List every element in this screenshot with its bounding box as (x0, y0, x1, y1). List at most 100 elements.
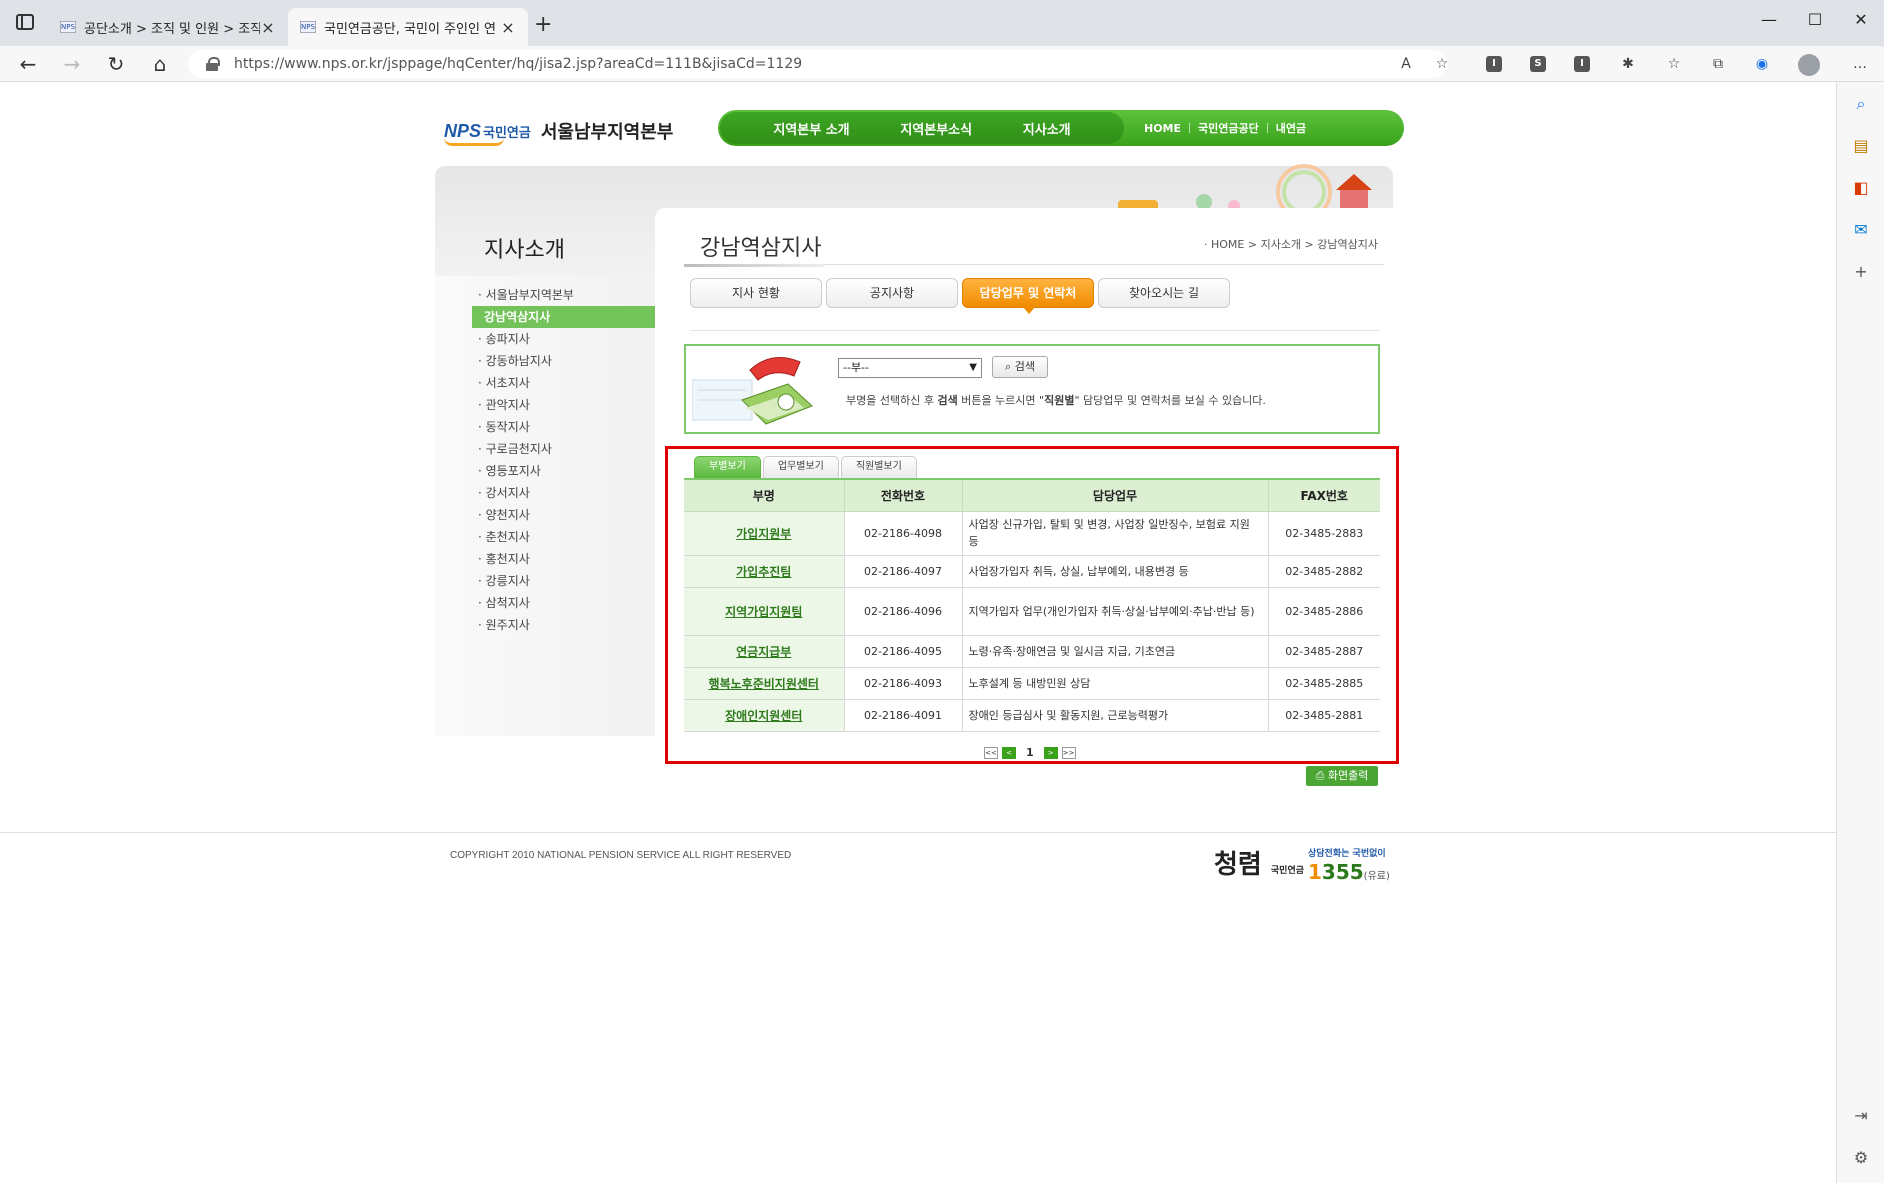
util-home-link[interactable]: HOME (1144, 122, 1181, 135)
desc-bold: 직원별 (1044, 394, 1075, 407)
minimize-icon[interactable]: — (1746, 10, 1792, 29)
favorites-icon[interactable]: ☆ (1664, 54, 1684, 74)
extension-s-icon[interactable]: S (1530, 56, 1546, 72)
collections-icon[interactable]: ⧉ (1708, 54, 1728, 74)
branch-item[interactable]: · 원주지사 (472, 614, 672, 636)
branch-item[interactable]: · 관악지사 (472, 394, 672, 416)
gnb-item[interactable]: 지사소개 (1023, 119, 1071, 138)
tab-notice[interactable]: 공지사항 (826, 278, 958, 308)
search-button[interactable]: ⌕ 검색 (992, 356, 1048, 378)
close-window-icon[interactable]: ✕ (1838, 10, 1884, 29)
extension-icon[interactable]: I (1486, 56, 1502, 72)
branch-item[interactable]: · 강동하남지사 (472, 350, 672, 372)
last-page-button[interactable]: >> (1061, 746, 1076, 759)
branch-item[interactable]: · 삼척지사 (472, 592, 672, 614)
nps-favicon-icon: NPS (60, 21, 76, 33)
add-icon[interactable]: + (1851, 262, 1871, 282)
phone-cell: 02-2186-4091 (843, 699, 962, 732)
shopping-icon[interactable]: ▤ (1851, 136, 1871, 156)
home-icon[interactable]: ⌂ (146, 52, 174, 76)
util-nps-link[interactable]: 국민연금공단 (1198, 120, 1259, 136)
url-field[interactable]: https://www.nps.or.kr/jsppage/hqCenter/h… (188, 50, 1448, 78)
tab-duties-contacts[interactable]: 담당업무 및 연락처 (962, 278, 1094, 314)
call-number-part: 355 (1321, 860, 1364, 884)
forward-icon[interactable]: → (58, 52, 86, 76)
tab-branch-status[interactable]: 지사 현황 (690, 278, 822, 308)
table-row: 장애인지원센터 02-2186-4091 장애인 등급심사 및 활동지원, 근로… (684, 699, 1380, 732)
settings-gear-icon[interactable]: ⚙ (1851, 1148, 1871, 1168)
close-tab-icon[interactable]: × (260, 18, 276, 37)
branch-item[interactable]: · 강서지사 (472, 482, 672, 504)
browser-tab-2[interactable]: NPS 국민연금공단, 국민이 주인인 연 × (288, 8, 528, 46)
extensions-icon[interactable]: ✱ (1618, 54, 1638, 74)
region-name: 서울남부지역본부 (540, 122, 674, 143)
tab-by-staff[interactable]: 직원별보기 (840, 456, 917, 478)
new-tab-icon[interactable]: + (534, 12, 552, 37)
call-center-banner: 청렴 국민연금 상담전화는 국번없이 1355(유료) (1214, 844, 1394, 888)
prev-page-button[interactable]: < (1002, 746, 1016, 759)
printer-icon: ⎙ (1315, 769, 1325, 782)
tab-by-department[interactable]: 부별보기 (694, 456, 761, 478)
call-number-part: 1 (1308, 860, 1322, 884)
dept-link[interactable]: 연금지급부 (736, 645, 791, 659)
view-tabs: 부별보기 업무별보기 직원별보기 (694, 456, 917, 478)
current-page[interactable]: 1 (1026, 746, 1034, 759)
tab-by-duty[interactable]: 업무별보기 (762, 456, 839, 478)
browser-tab-1[interactable]: NPS 공단소개 > 조직 및 인원 > 조직 × (48, 8, 288, 46)
close-tab-icon[interactable]: × (500, 18, 516, 37)
edge-extension-icon[interactable]: ◉ (1752, 54, 1772, 74)
more-menu-icon[interactable]: … (1850, 54, 1870, 74)
outlook-icon[interactable]: ✉ (1851, 220, 1871, 240)
branch-item[interactable]: · 강릉지사 (472, 570, 672, 592)
maximize-icon[interactable]: ☐ (1792, 10, 1838, 29)
dept-link[interactable]: 지역가입지원팀 (725, 605, 802, 619)
extension-icon[interactable]: I (1574, 56, 1590, 72)
profile-avatar[interactable] (1798, 54, 1820, 76)
gnb-item[interactable]: 지역본부소식 (900, 119, 972, 138)
branch-item[interactable]: · 홍천지사 (472, 548, 672, 570)
office-icon[interactable]: ◧ (1851, 178, 1871, 198)
branch-item-selected[interactable]: 강남역삼지사 (472, 306, 672, 328)
dept-link[interactable]: 가입지원부 (736, 527, 791, 541)
call-center-number: 1355(유료) (1308, 860, 1390, 884)
phone-cell: 02-2186-4093 (843, 667, 962, 700)
back-icon[interactable]: ← (14, 52, 42, 76)
refresh-icon[interactable]: ↻ (102, 52, 130, 76)
table-row: 가입지원부 02-2186-4098 사업장 신규가입, 탈퇴 및 변경, 사업… (684, 511, 1380, 556)
branch-item[interactable]: · 동작지사 (472, 416, 672, 438)
tab-directions[interactable]: 찾아오시는 길 (1098, 278, 1230, 308)
col-header-phone: 전화번호 (843, 478, 962, 512)
duty-cell: 노후설계 등 내방민원 상담 (961, 667, 1268, 700)
print-button[interactable]: ⎙ 화면출력 (1306, 766, 1378, 786)
branch-item[interactable]: · 춘천지사 (472, 526, 672, 548)
util-divider (1266, 123, 1268, 133)
gnb-item[interactable]: 지역본부 소개 (773, 119, 849, 138)
search-icon[interactable]: ⌕ (1851, 94, 1871, 114)
branch-item[interactable]: · 구로금천지사 (472, 438, 672, 460)
dept-link[interactable]: 행복노후준비지원센터 (709, 677, 819, 691)
read-aloud-icon[interactable]: A (1396, 54, 1416, 74)
branch-item[interactable]: · 송파지사 (472, 328, 672, 350)
branch-item[interactable]: · 영등포지사 (472, 460, 672, 482)
hide-sidebar-icon[interactable]: ⇥ (1851, 1106, 1871, 1126)
pagination: << < 1 > >> (984, 746, 1076, 759)
tab-actions-icon[interactable] (16, 14, 34, 30)
print-button-label: 화면출력 (1327, 769, 1369, 782)
lock-icon[interactable] (206, 57, 220, 71)
site-logo[interactable]: NPS 국민연금 서울남부지역본부 (444, 118, 674, 146)
page-viewport: NPS 국민연금 서울남부지역본부 지역본부 소개 지역본부소식 지사소개 HO… (0, 82, 1836, 1183)
integrity-logo: 청렴 국민연금 (1214, 844, 1304, 881)
search-icon: ⌕ (1005, 360, 1012, 373)
duty-cell: 사업장가입자 취득, 상실, 납부예외, 내용변경 등 (961, 555, 1268, 588)
branch-item[interactable]: · 서초지사 (472, 372, 672, 394)
dept-link[interactable]: 장애인지원센터 (725, 709, 802, 723)
table-header-row: 부명 전화번호 담당업무 FAX번호 (684, 478, 1380, 512)
util-mypension-link[interactable]: 내연금 (1276, 120, 1306, 136)
next-page-button[interactable]: > (1043, 746, 1058, 759)
first-page-button[interactable]: << (984, 746, 998, 759)
dept-link[interactable]: 가입추진팀 (736, 565, 791, 579)
department-select[interactable]: --부-- ▼ (838, 358, 982, 378)
branch-item[interactable]: · 양천지사 (472, 504, 672, 526)
branch-item[interactable]: · 서울남부지역본부 (472, 284, 672, 306)
favorite-add-icon[interactable]: ☆ (1432, 54, 1452, 74)
